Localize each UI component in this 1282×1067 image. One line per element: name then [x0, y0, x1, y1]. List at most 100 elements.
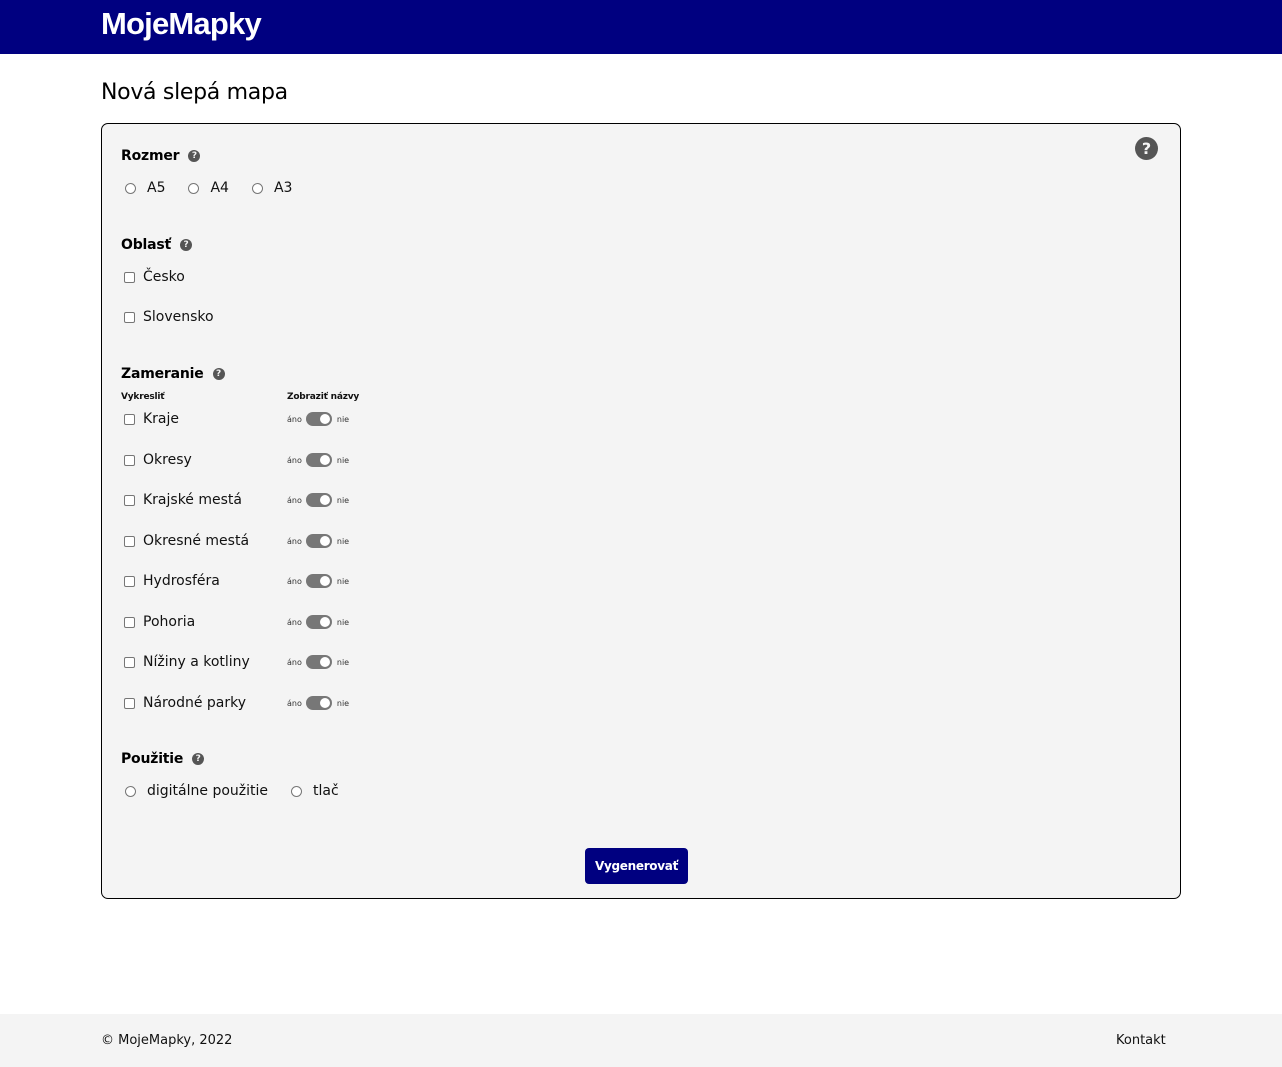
toggle-knob — [319, 495, 330, 505]
toggle-no-label: nie — [336, 495, 350, 505]
usage-options: digitálne použitie tlač — [125, 783, 362, 799]
toggle-yes-label: áno — [287, 455, 302, 465]
usage-help-icon[interactable]: ? — [192, 753, 205, 765]
site-footer: © MojeMapky, 2022 Kontakt — [0, 1014, 1282, 1067]
size-help-icon[interactable]: ? — [188, 150, 201, 162]
page-title: Nová slepá mapa — [101, 80, 288, 105]
usage-title-label: Použitie — [121, 751, 184, 767]
names-toggle-narodne-parky: áno nie — [287, 696, 349, 710]
focus-item-okresy[interactable]: Okresy — [124, 452, 192, 468]
focus-item-pohoria[interactable]: Pohoria — [124, 614, 195, 630]
toggle-knob — [319, 576, 330, 586]
focus-item-krajske-mesta[interactable]: Krajské mestá — [124, 492, 242, 508]
names-toggle-krajske-mesta: áno nie — [287, 493, 349, 507]
toggle-knob — [319, 617, 330, 627]
focus-item-hydrosfera[interactable]: Hydrosféra — [124, 573, 220, 589]
focus-label: Pohoria — [143, 614, 196, 630]
toggle-no-label: nie — [336, 414, 350, 424]
names-toggle[interactable] — [305, 655, 332, 669]
focus-label: Okresné mestá — [143, 533, 250, 549]
names-toggle[interactable] — [305, 696, 332, 710]
focus-label: Okresy — [143, 452, 192, 468]
toggle-knob — [319, 455, 330, 465]
names-toggle[interactable] — [305, 493, 332, 507]
contact-link[interactable]: Kontakt — [1116, 1033, 1166, 1048]
toggle-knob — [319, 698, 330, 708]
usage-label-print: tlač — [313, 783, 339, 799]
focus-checkbox[interactable] — [124, 575, 135, 587]
focus-title-label: Zameranie — [121, 366, 204, 382]
focus-label: Národné parky — [143, 695, 247, 711]
focus-item-narodne-parky[interactable]: Národné parky — [124, 695, 246, 711]
toggle-yes-label: áno — [287, 495, 302, 505]
usage-label-digital: digitálne použitie — [147, 783, 269, 799]
focus-label: Hydrosféra — [143, 573, 220, 589]
names-toggle-niziny: áno nie — [287, 655, 349, 669]
region-title-label: Oblasť — [121, 237, 171, 253]
focus-checkbox[interactable] — [124, 454, 135, 466]
names-toggle[interactable] — [305, 412, 332, 426]
focus-label: Nížiny a kotliny — [143, 654, 250, 670]
focus-checkbox[interactable] — [124, 656, 135, 668]
usage-radio-digital[interactable] — [125, 785, 136, 797]
toggle-no-label: nie — [336, 698, 350, 708]
region-option-cesko[interactable]: Česko — [124, 269, 185, 285]
names-toggle[interactable] — [305, 453, 332, 467]
size-section-title: Rozmer ? — [121, 148, 201, 164]
toggle-knob — [319, 536, 330, 546]
size-radio-a4[interactable] — [188, 182, 200, 194]
names-toggle-pohoria: áno nie — [287, 615, 349, 629]
toggle-knob — [319, 657, 330, 667]
region-label-cesko: Česko — [143, 269, 185, 285]
question-circle-icon[interactable]: ? — [1135, 137, 1158, 160]
toggle-yes-label: áno — [287, 576, 302, 586]
size-label-a3: A3 — [273, 180, 293, 196]
focus-label: Krajské mestá — [143, 492, 242, 508]
focus-checkbox[interactable] — [124, 494, 135, 506]
focus-checkbox[interactable] — [124, 697, 135, 709]
brand-logo[interactable]: MojeMapky — [101, 6, 262, 42]
toggle-yes-label: áno — [287, 698, 302, 708]
toggle-yes-label: áno — [287, 617, 302, 627]
names-toggle-kraje: áno nie — [287, 412, 349, 426]
region-help-icon[interactable]: ? — [180, 239, 192, 251]
size-label-a5: A5 — [147, 180, 166, 196]
names-toggle[interactable] — [305, 615, 332, 629]
names-toggle[interactable] — [305, 534, 332, 548]
map-form: ? Rozmer ? A5 A4 A3 Oblasť ? Česko Slove… — [101, 123, 1181, 899]
region-option-slovensko[interactable]: Slovensko — [124, 309, 214, 325]
toggle-no-label: nie — [336, 576, 350, 586]
focus-checkbox[interactable] — [124, 616, 135, 628]
toggle-no-label: nie — [336, 657, 350, 667]
size-options: A5 A4 A3 — [125, 180, 315, 196]
site-header: MojeMapky — [0, 0, 1282, 54]
names-toggle-okresy: áno nie — [287, 453, 349, 467]
size-label-a4: A4 — [210, 180, 229, 196]
generate-button[interactable]: Vygenerovať — [585, 848, 688, 884]
size-title-label: Rozmer — [121, 148, 180, 164]
focus-section-title: Zameranie ? — [121, 366, 225, 382]
usage-radio-print[interactable] — [291, 785, 303, 797]
focus-checkbox[interactable] — [124, 535, 135, 547]
toggle-yes-label: áno — [287, 657, 302, 667]
size-radio-a3[interactable] — [251, 182, 263, 194]
focus-item-kraje[interactable]: Kraje — [124, 411, 179, 427]
region-checkbox-cesko[interactable] — [124, 271, 135, 283]
toggle-yes-label: áno — [287, 536, 302, 546]
size-radio-a5[interactable] — [125, 182, 136, 194]
names-toggle-okresne-mesta: áno nie — [287, 534, 349, 548]
toggle-no-label: nie — [336, 455, 350, 465]
usage-section-title: Použitie ? — [121, 751, 205, 767]
toggle-no-label: nie — [336, 536, 350, 546]
toggle-knob — [319, 414, 330, 424]
copyright-text: © MojeMapky, 2022 — [101, 1033, 233, 1048]
focus-item-okresne-mesta[interactable]: Okresné mestá — [124, 533, 249, 549]
focus-label: Kraje — [143, 411, 180, 427]
focus-item-niziny[interactable]: Nížiny a kotliny — [124, 654, 250, 670]
focus-help-icon[interactable]: ? — [212, 368, 225, 380]
column-header-show-names: Zobraziť názvy — [287, 392, 360, 402]
names-toggle[interactable] — [305, 574, 332, 588]
focus-checkbox[interactable] — [124, 413, 135, 425]
region-label-slovensko: Slovensko — [143, 309, 214, 325]
region-checkbox-slovensko[interactable] — [124, 311, 135, 323]
